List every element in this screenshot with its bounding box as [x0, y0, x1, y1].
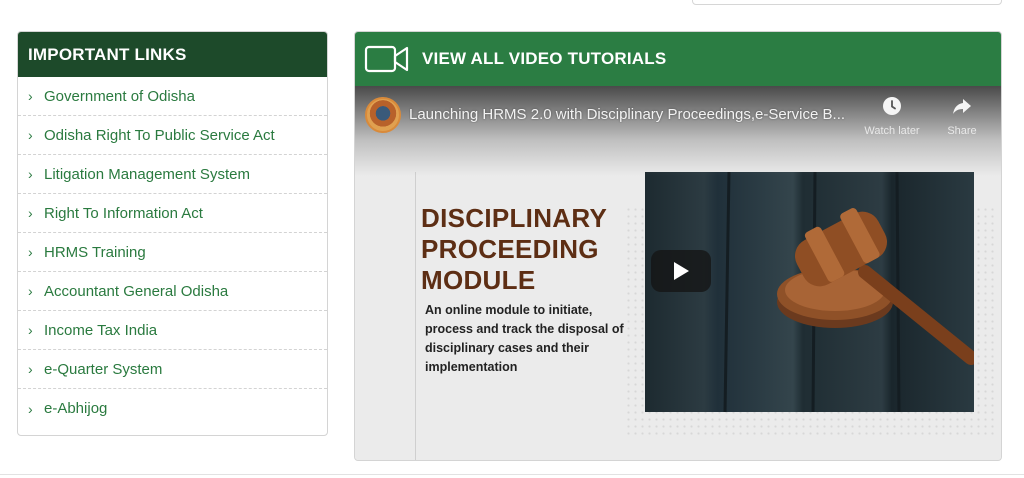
channel-avatar[interactable]: [365, 97, 401, 133]
important-links-title: IMPORTANT LINKS: [28, 44, 187, 64]
share-button[interactable]: Share: [929, 96, 995, 137]
link-accountant-general-odisha[interactable]: › Accountant General Odisha: [18, 272, 327, 311]
link-right-to-information-act[interactable]: › Right To Information Act: [18, 194, 327, 233]
important-links-panel: IMPORTANT LINKS › Government of Odisha › O…: [17, 31, 328, 436]
chevron-right-icon: ›: [28, 127, 33, 143]
chevron-right-icon: ›: [28, 283, 33, 299]
important-links-header: IMPORTANT LINKS: [18, 32, 327, 77]
link-label[interactable]: Government of Odisha: [44, 88, 195, 105]
clock-icon: [883, 97, 901, 115]
slide-description: An online module to initiate, process an…: [425, 303, 624, 374]
link-label[interactable]: Right To Information Act: [44, 205, 203, 222]
youtube-player[interactable]: DISCIPLINARY PROCEEDING MODULE An online…: [355, 86, 1001, 460]
slide-heading-line: DISCIPLINARY: [421, 203, 608, 233]
important-links-list: › Government of Odisha › Odisha Right To P…: [18, 77, 327, 428]
search-box-edge[interactable]: [692, 0, 1002, 5]
chevron-right-icon: ›: [28, 244, 33, 260]
chevron-right-icon: ›: [28, 361, 33, 377]
link-hrms-training[interactable]: › HRMS Training: [18, 233, 327, 272]
link-e-abhijog[interactable]: › e-Abhijog: [18, 389, 327, 428]
share-arrow-icon: [953, 99, 971, 114]
link-government-of-odisha[interactable]: › Government of Odisha: [18, 77, 327, 116]
link-label[interactable]: Litigation Management System: [44, 166, 250, 183]
share-label: Share: [947, 125, 977, 137]
link-label[interactable]: Income Tax India: [44, 322, 157, 339]
chevron-right-icon: ›: [28, 166, 33, 182]
play-button[interactable]: [651, 250, 711, 292]
link-label[interactable]: HRMS Training: [44, 244, 146, 261]
slide-heading: DISCIPLINARY PROCEEDING MODULE: [421, 203, 651, 296]
watch-later-label: Watch later: [864, 125, 920, 137]
video-tutorials-panel: VIEW ALL VIDEO TUTORIALS DISCIPLINARY PR…: [354, 31, 1002, 461]
slide-heading-line: MODULE: [421, 265, 536, 295]
footer-divider: [0, 474, 1024, 475]
chevron-right-icon: ›: [28, 205, 33, 221]
gavel-photo: [645, 172, 974, 412]
link-e-quarter-system[interactable]: › e-Quarter System: [18, 350, 327, 389]
link-litigation-management-system[interactable]: › Litigation Management System: [18, 155, 327, 194]
link-label[interactable]: e-Quarter System: [44, 361, 162, 378]
link-label[interactable]: e-Abhijog: [44, 400, 107, 417]
video-camera-icon: [364, 45, 410, 73]
link-income-tax-india[interactable]: › Income Tax India: [18, 311, 327, 350]
watch-later-button[interactable]: Watch later: [859, 96, 925, 137]
video-title[interactable]: Launching HRMS 2.0 with Disciplinary Pro…: [409, 106, 855, 123]
video-tutorials-header[interactable]: VIEW ALL VIDEO TUTORIALS: [355, 32, 1001, 86]
chevron-right-icon: ›: [28, 322, 33, 338]
slide-divider: [415, 172, 416, 460]
video-tutorials-title[interactable]: VIEW ALL VIDEO TUTORIALS: [422, 49, 666, 69]
slide-heading-line: PROCEEDING: [421, 234, 599, 264]
gavel-illustration: [723, 172, 974, 412]
chevron-right-icon: ›: [28, 88, 33, 104]
link-label[interactable]: Accountant General Odisha: [44, 283, 228, 300]
link-label[interactable]: Odisha Right To Public Service Act: [44, 127, 275, 144]
chevron-right-icon: ›: [28, 400, 33, 417]
play-icon: [674, 262, 689, 280]
link-odisha-right-to-public-service-act[interactable]: › Odisha Right To Public Service Act: [18, 116, 327, 155]
